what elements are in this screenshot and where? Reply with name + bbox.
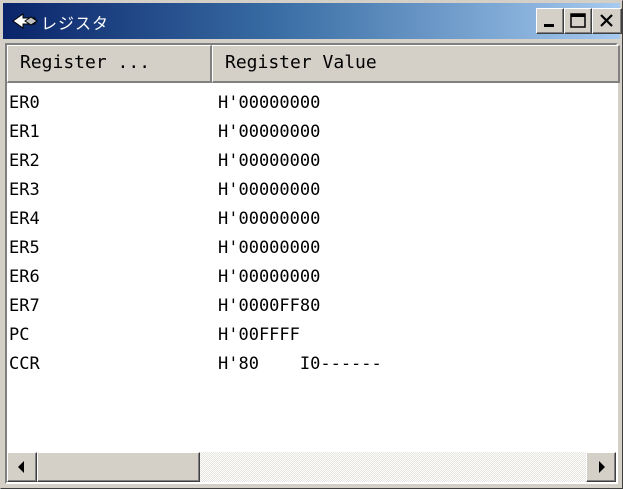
register-value[interactable]: H'00FFFF <box>218 325 300 345</box>
table-row[interactable]: ER1 H'00000000 <box>7 116 616 145</box>
register-value[interactable]: H'00000000 <box>218 238 320 258</box>
register-name: PC <box>9 325 30 345</box>
register-name: ER1 <box>9 122 40 142</box>
table-row[interactable]: ER3 H'00000000 <box>7 174 616 203</box>
register-name: ER5 <box>9 238 40 258</box>
title-bar[interactable]: レジスタ <box>3 3 622 39</box>
register-name: ER4 <box>9 209 40 229</box>
table-row[interactable]: ER4 H'00000000 <box>7 203 616 232</box>
table-row[interactable]: ER7 H'0000FF80 <box>7 290 616 319</box>
table-row[interactable]: ER6 H'00000000 <box>7 261 616 290</box>
register-name: ER0 <box>9 93 40 113</box>
registers-window: レジスタ Register ... Register Value ER0 H'0… <box>0 0 623 489</box>
close-icon <box>600 14 613 27</box>
triangle-right-icon <box>599 461 605 473</box>
diamond-arrow-icon <box>12 13 38 29</box>
register-name: ER7 <box>9 296 40 316</box>
column-header-register-name[interactable]: Register ... <box>7 45 212 83</box>
window-title: レジスタ <box>41 14 110 33</box>
register-value[interactable]: H'0000FF80 <box>218 296 320 316</box>
table-row[interactable]: PC H'00FFFF <box>7 319 616 348</box>
column-header-register-value[interactable]: Register Value <box>212 45 620 83</box>
register-value[interactable]: H'00000000 <box>218 180 320 200</box>
scroll-right-button[interactable] <box>586 452 616 482</box>
register-name: ER6 <box>9 267 40 287</box>
register-value[interactable]: H'00000000 <box>218 209 320 229</box>
close-button[interactable] <box>592 8 622 34</box>
scrollbar-thumb[interactable] <box>37 452 200 482</box>
triangle-left-icon <box>18 461 24 473</box>
table-row[interactable]: ER0 H'00000000 <box>7 87 616 116</box>
register-value[interactable]: H'80 I0------ <box>218 354 382 374</box>
horizontal-scrollbar[interactable] <box>7 452 616 482</box>
minimize-button[interactable] <box>536 8 564 34</box>
maximize-icon <box>570 13 586 28</box>
register-name: CCR <box>9 354 40 374</box>
table-row[interactable]: CCR H'80 I0------ <box>7 348 616 377</box>
list-header: Register ... Register Value <box>7 45 620 83</box>
register-value[interactable]: H'00000000 <box>218 93 320 113</box>
table-row[interactable]: ER5 H'00000000 <box>7 232 616 261</box>
minimize-icon <box>544 24 554 27</box>
register-name: ER3 <box>9 180 40 200</box>
register-value[interactable]: H'00000000 <box>218 122 320 142</box>
register-name: ER2 <box>9 151 40 171</box>
register-list-view: Register ... Register Value ER0 H'000000… <box>5 43 620 484</box>
maximize-button[interactable] <box>564 8 592 34</box>
register-rows: ER0 H'00000000 ER1 H'00000000 ER2 H'0000… <box>7 87 616 377</box>
scroll-left-button[interactable] <box>7 452 37 482</box>
register-value[interactable]: H'00000000 <box>218 267 320 287</box>
table-row[interactable]: ER2 H'00000000 <box>7 145 616 174</box>
register-value[interactable]: H'00000000 <box>218 151 320 171</box>
